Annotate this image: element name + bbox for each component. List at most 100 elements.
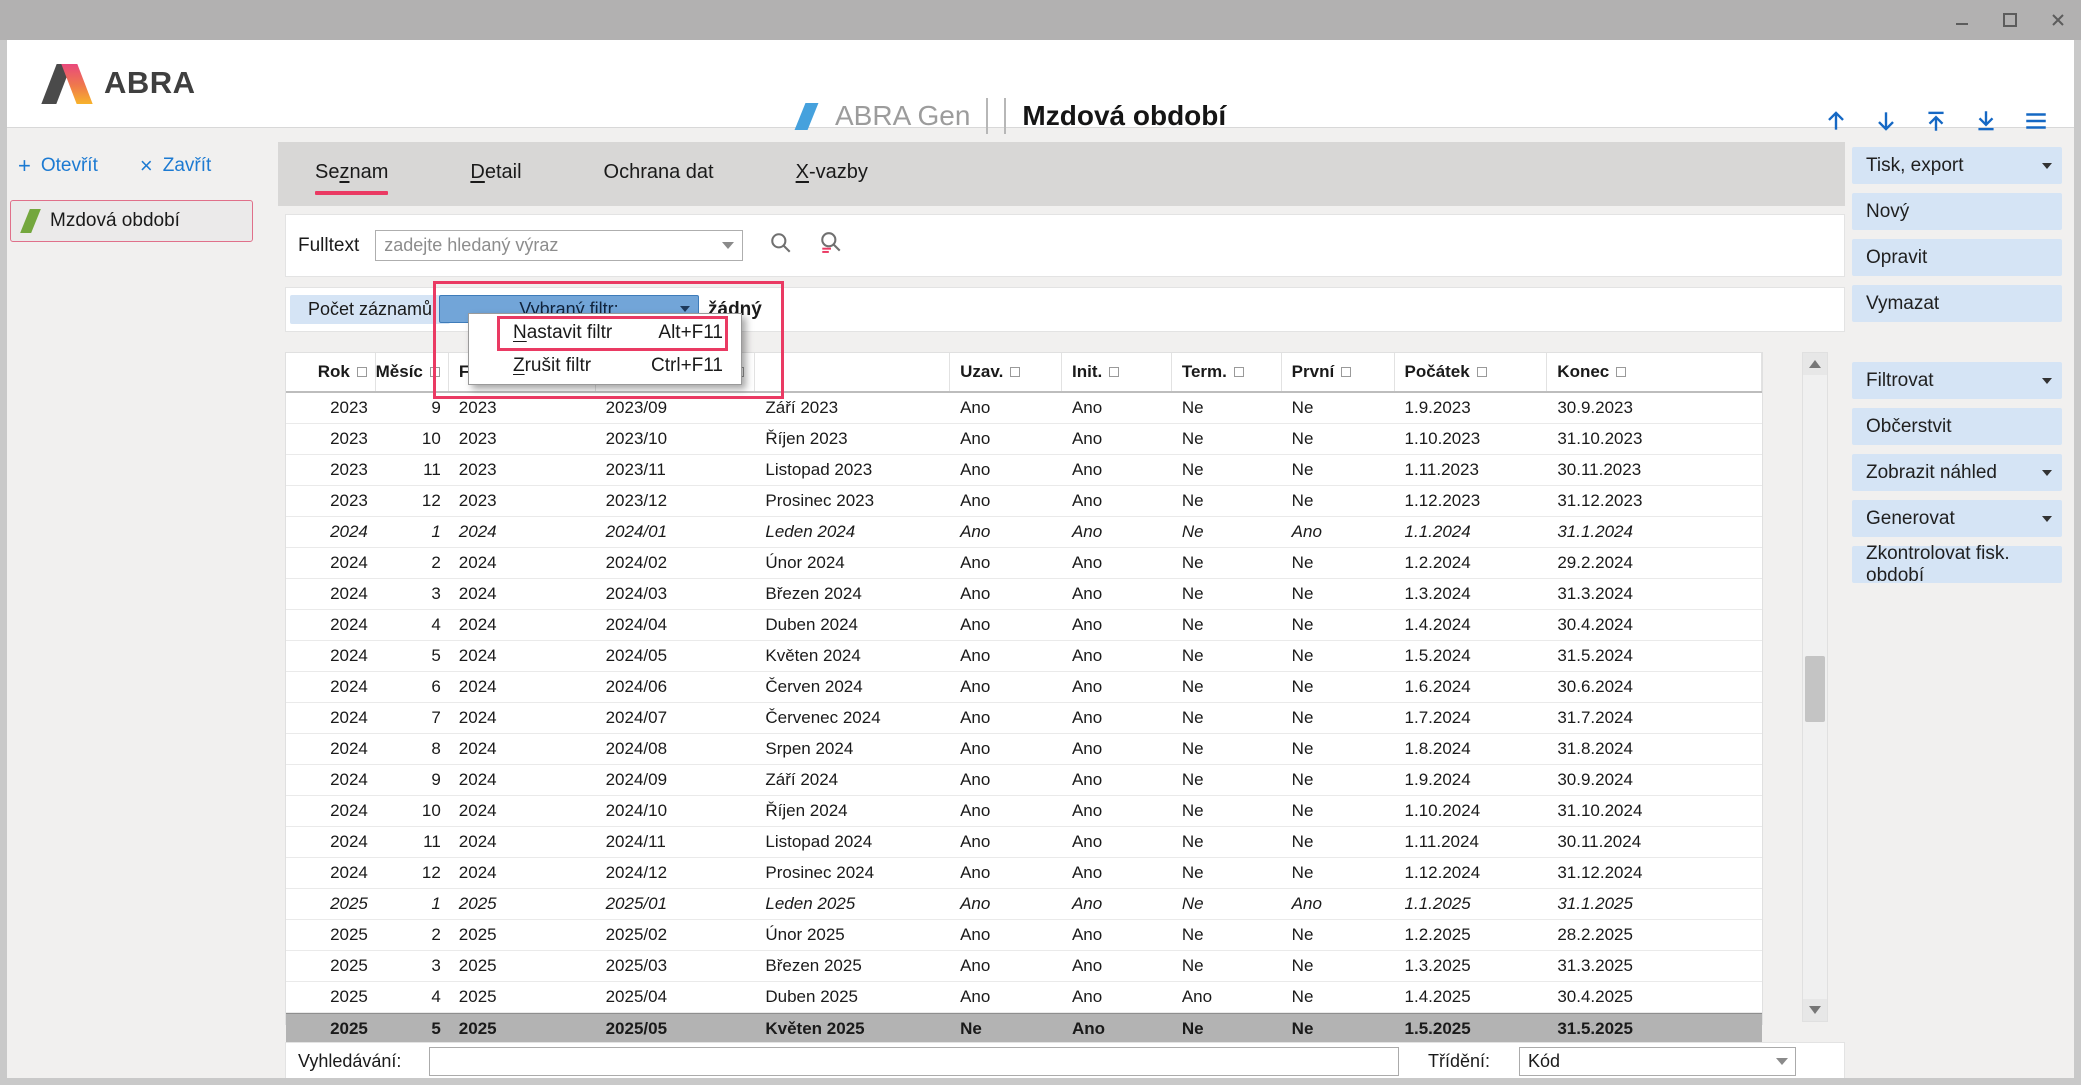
minimize-button[interactable] — [1951, 9, 1973, 31]
arrow-down-icon[interactable] — [1871, 106, 1901, 136]
table-row[interactable]: 2024220242024/02Únor 2024AnoAnoNeNe1.2.2… — [286, 548, 1762, 579]
tab-ochrana-dat[interactable]: Ochrana dat — [604, 153, 714, 195]
table-row[interactable]: 2024120242024/01Leden 2024AnoAnoNeAno1.1… — [286, 517, 1762, 548]
tab-seznam[interactable]: Seznam — [315, 153, 388, 195]
sort-indicator-icon[interactable] — [1234, 367, 1244, 377]
table-cell: Ne — [1282, 956, 1395, 976]
table-cell: Ne — [1172, 770, 1282, 790]
table-row[interactable]: 20241220242024/12Prosinec 2024AnoAnoNeNe… — [286, 858, 1762, 889]
zobrazit-náhled-button[interactable]: Zobrazit náhled — [1852, 454, 2062, 491]
sort-indicator-icon[interactable] — [1616, 367, 1626, 377]
sidebar-item-mzdova-obdobi[interactable]: Mzdová období — [10, 200, 253, 242]
sort-indicator-icon[interactable] — [357, 367, 367, 377]
window-frame — [0, 1078, 2081, 1085]
fulltext-combobox[interactable] — [375, 230, 743, 261]
arrow-to-top-icon[interactable] — [1921, 106, 1951, 136]
table-row[interactable]: 2025120252025/01Leden 2025AnoAnoNeAno1.1… — [286, 889, 1762, 920]
nový-button[interactable]: Nový — [1852, 193, 2062, 230]
table-row[interactable]: 2023920232023/09Září 2023AnoAnoNeNe1.9.2… — [286, 393, 1762, 424]
table-row[interactable]: 20231120232023/11Listopad 2023AnoAnoNeNe… — [286, 455, 1762, 486]
column-header-init-[interactable]: Init. — [1062, 353, 1172, 391]
tisk-export-button[interactable]: Tisk, export — [1852, 147, 2062, 184]
table-row[interactable]: 20241120242024/11Listopad 2024AnoAnoNeNe… — [286, 827, 1762, 858]
maximize-button[interactable] — [1999, 9, 2021, 31]
zkontrolovat-fisk-období-button[interactable]: Zkontrolovat fisk. období — [1852, 546, 2062, 583]
table-row[interactable]: 2024320242024/03Březen 2024AnoAnoNeNe1.3… — [286, 579, 1762, 610]
table-cell: 2024 — [286, 832, 376, 852]
column-header-uzav-[interactable]: Uzav. — [950, 353, 1062, 391]
sort-select[interactable]: Kód — [1519, 1047, 1796, 1076]
table-row[interactable]: 2025420252025/04Duben 2025AnoAnoAnoNe1.4… — [286, 982, 1762, 1013]
table-cell: 1.12.2023 — [1395, 491, 1548, 511]
table-row[interactable]: 20231220232023/12Prosinec 2023AnoAnoNeNe… — [286, 486, 1762, 517]
search-icon[interactable] — [769, 231, 793, 260]
column-header-první[interactable]: První — [1282, 353, 1395, 391]
sort-indicator-icon[interactable] — [1341, 367, 1351, 377]
občerstvit-button[interactable]: Občerstvit — [1852, 408, 2062, 445]
table-row[interactable]: 20231020232023/10Říjen 2023AnoAnoNeNe1.1… — [286, 424, 1762, 455]
vertical-scrollbar[interactable] — [1802, 352, 1828, 1022]
menu-item-nastavit-filtr[interactable]: Nastavit filtrAlt+F11 — [469, 316, 741, 349]
table-row[interactable]: 2024620242024/06Červen 2024AnoAnoNeNe1.6… — [286, 672, 1762, 703]
vymazat-button[interactable]: Vymazat — [1852, 285, 2062, 322]
table-row[interactable]: 2024520242024/05Květen 2024AnoAnoNeNe1.5… — [286, 641, 1762, 672]
table-cell: Ano — [1172, 987, 1282, 1007]
column-header-měsíc[interactable]: Měsíc — [376, 353, 449, 391]
column-header-label: Term. — [1182, 362, 1227, 382]
column-header-4[interactable] — [755, 353, 950, 391]
sort-indicator-icon[interactable] — [1477, 367, 1487, 377]
menu-item-zrušit-filtr[interactable]: Zrušit filtrCtrl+F11 — [469, 349, 741, 382]
scrollbar-thumb[interactable] — [1805, 656, 1825, 722]
arrow-up-icon[interactable] — [1821, 106, 1851, 136]
table-cell: 1.9.2024 — [1395, 770, 1548, 790]
table-cell: Ano — [1062, 956, 1172, 976]
sort-indicator-icon[interactable] — [1109, 367, 1119, 377]
table-cell: 2025 — [449, 987, 596, 1007]
table-cell: 1.2.2025 — [1395, 925, 1548, 945]
tab-detail[interactable]: Detail — [470, 153, 521, 195]
column-header-konec[interactable]: Konec — [1547, 353, 1762, 391]
table-row[interactable]: 2024420242024/04Duben 2024AnoAnoNeNe1.4.… — [286, 610, 1762, 641]
table-row[interactable]: 2025220252025/02Únor 2025AnoAnoNeNe1.2.2… — [286, 920, 1762, 951]
filtrovat-button[interactable]: Filtrovat — [1852, 362, 2062, 399]
fulltext-input[interactable] — [376, 235, 722, 256]
table-cell: Květen 2024 — [755, 646, 950, 666]
scroll-up-button[interactable] — [1803, 353, 1827, 375]
sort-indicator-icon[interactable] — [430, 367, 440, 377]
table-cell: 2023 — [286, 460, 376, 480]
table-row[interactable]: 2024920242024/09Září 2024AnoAnoNeNe1.9.2… — [286, 765, 1762, 796]
table-row[interactable]: 2025320252025/03Březen 2025AnoAnoNeNe1.3… — [286, 951, 1762, 982]
page-title: Mzdová období — [1022, 100, 1226, 132]
tab-x-vazby[interactable]: X-vazby — [796, 153, 868, 195]
close-tab-button[interactable]: × Zavřít — [140, 155, 211, 177]
chevron-down-icon[interactable] — [722, 242, 734, 249]
table-cell: 1.5.2024 — [1395, 646, 1548, 666]
table-cell: Ne — [1172, 925, 1282, 945]
table-row-selected[interactable]: 2025520252025/05Květen 2025NeAnoNeNe1.5.… — [286, 1013, 1762, 1045]
close-button[interactable] — [2047, 9, 2069, 31]
open-button[interactable]: + Otevřít — [18, 155, 98, 177]
table-cell: 1.1.2024 — [1395, 522, 1548, 542]
sort-indicator-icon[interactable] — [1010, 367, 1020, 377]
table-row[interactable]: 20241020242024/10Říjen 2024AnoAnoNeNe1.1… — [286, 796, 1762, 827]
record-count-button[interactable]: Počet záznamů — [290, 295, 450, 324]
column-header-rok[interactable]: Rok — [286, 353, 376, 391]
menu-icon[interactable] — [2021, 106, 2051, 136]
window-frame — [2074, 40, 2081, 1085]
scroll-down-button[interactable] — [1803, 999, 1827, 1021]
table-row[interactable]: 2024820242024/08Srpen 2024AnoAnoNeNe1.8.… — [286, 734, 1762, 765]
table-cell: Ano — [950, 398, 1062, 418]
chevron-down-icon — [1776, 1058, 1788, 1065]
search-input[interactable] — [429, 1047, 1399, 1076]
column-header-počátek[interactable]: Počátek — [1395, 353, 1548, 391]
fulltext-search-settings-icon[interactable] — [819, 231, 843, 260]
column-header-term-[interactable]: Term. — [1172, 353, 1282, 391]
table-cell: Říjen 2024 — [755, 801, 950, 821]
generovat-button[interactable]: Generovat — [1852, 500, 2062, 537]
action-panel: Tisk, export Nový Opravit Vymazat Filtrovat O… — [1852, 147, 2062, 583]
arrow-to-bottom-icon[interactable] — [1971, 106, 2001, 136]
opravit-button[interactable]: Opravit — [1852, 239, 2062, 276]
table-cell: Ne — [1172, 615, 1282, 635]
table-row[interactable]: 2024720242024/07Červenec 2024AnoAnoNeNe1… — [286, 703, 1762, 734]
table-cell: 2023/09 — [596, 398, 756, 418]
